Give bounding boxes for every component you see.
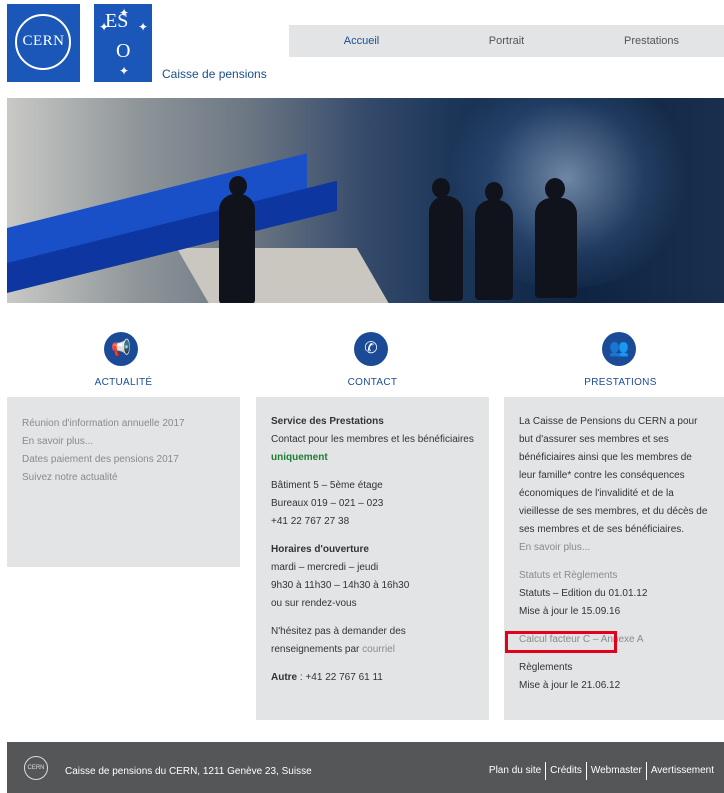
prestations-panel: La Caisse de Pensions du CERN a pour but… <box>504 397 724 720</box>
news-item-reunion[interactable]: Réunion d'information annuelle 2017 <box>22 418 185 429</box>
news-more-link[interactable]: En savoir plus... <box>22 436 93 447</box>
silhouette-head <box>485 182 503 202</box>
star-icon: ✦ <box>119 64 130 78</box>
eso-logo[interactable]: ✦ ES ✦ ✦ O ✦ <box>94 4 152 82</box>
footer-link-avertissement[interactable]: Avertissement <box>645 762 718 780</box>
megaphone-icon[interactable]: 📢 <box>104 332 138 366</box>
silhouette-head <box>545 178 565 200</box>
service-emphasis: uniquement <box>271 452 328 463</box>
service-heading: Service des Prestations <box>271 416 384 427</box>
silhouette-person <box>475 200 513 300</box>
reglements-text: Règlements <box>519 662 573 673</box>
silhouette-person <box>535 198 577 298</box>
cern-logo-text: CERN <box>22 33 65 49</box>
silhouette-head <box>229 176 247 196</box>
statuts-update: Mise à jour le 15.09.16 <box>519 606 621 617</box>
hours-line3: ou sur rendez-vous <box>271 598 357 609</box>
hours-line2: 9h30 à 11h30 – 14h30 à 16h30 <box>271 580 410 591</box>
footer: CERN Caisse de pensions du CERN, 1211 Ge… <box>7 742 724 793</box>
reglements-update: Mise à jour le 21.06.12 <box>519 680 621 691</box>
actualite-panel: Réunion d'information annuelle 2017 En s… <box>7 397 240 567</box>
hours-heading: Horaires d'ouverture <box>271 544 369 555</box>
address-line1: Bâtiment 5 – 5ème étage <box>271 480 383 491</box>
banner-tunnel-floor <box>176 248 398 303</box>
section-title-actualite[interactable]: ACTUALITÉ <box>7 377 240 388</box>
star-icon: ✦ <box>138 20 149 34</box>
section-title-prestations[interactable]: PRESTATIONS <box>504 377 724 388</box>
news-item-suivez[interactable]: Suivez notre actualité <box>22 472 118 483</box>
cern-logo[interactable]: CERN <box>7 4 80 82</box>
phone-icon[interactable]: ✆ <box>354 332 388 366</box>
statuts-text: Statuts – Edition du 01.01.12 <box>519 588 648 599</box>
other-phone: : +41 22 767 61 11 <box>297 672 383 683</box>
highlight-box <box>505 631 617 653</box>
footer-link-credits[interactable]: Crédits <box>545 762 586 780</box>
address-line2: Bureaux 019 – 021 – 023 <box>271 498 384 509</box>
users-icon[interactable]: 👥 <box>602 332 636 366</box>
statuts-link[interactable]: Statuts et Règlements <box>519 570 617 581</box>
prestations-more-link[interactable]: En savoir plus... <box>519 542 590 553</box>
footer-link-plan-du-site[interactable]: Plan du site <box>485 762 545 780</box>
footer-cern-logo[interactable]: CERN <box>24 756 48 780</box>
other-label: Autre <box>271 672 298 683</box>
nav-portrait[interactable]: Portrait <box>434 35 579 47</box>
news-item-dates-paiement[interactable]: Dates paiement des pensions 2017 <box>22 454 179 465</box>
silhouette-head <box>432 178 450 198</box>
footer-address: Caisse de pensions du CERN, 1211 Genève … <box>65 766 312 777</box>
prestations-intro: La Caisse de Pensions du CERN a pour but… <box>519 416 708 535</box>
footer-links: Plan du site Crédits Webmaster Avertisse… <box>485 762 718 780</box>
contact-panel: Service des Prestations Contact pour les… <box>256 397 489 720</box>
footer-link-webmaster[interactable]: Webmaster <box>585 762 646 780</box>
contact-phone: +41 22 767 27 38 <box>271 516 350 527</box>
star-icon: ✦ <box>119 6 130 20</box>
nav-prestations[interactable]: Prestations <box>579 35 724 47</box>
service-text: Contact pour les membres et les bénéfici… <box>271 434 474 445</box>
email-link[interactable]: courriel <box>362 644 395 655</box>
silhouette-person <box>219 194 255 303</box>
silhouette-person <box>429 196 463 301</box>
top-navigation: Accueil Portrait Prestations <box>289 25 724 57</box>
hours-line1: mardi – mercredi – jeudi <box>271 562 379 573</box>
hero-banner <box>7 98 724 303</box>
nav-accueil[interactable]: Accueil <box>289 35 434 47</box>
eso-logo-o: O <box>116 40 131 62</box>
site-name: Caisse de pensions <box>162 67 267 81</box>
section-title-contact[interactable]: CONTACT <box>256 377 489 388</box>
